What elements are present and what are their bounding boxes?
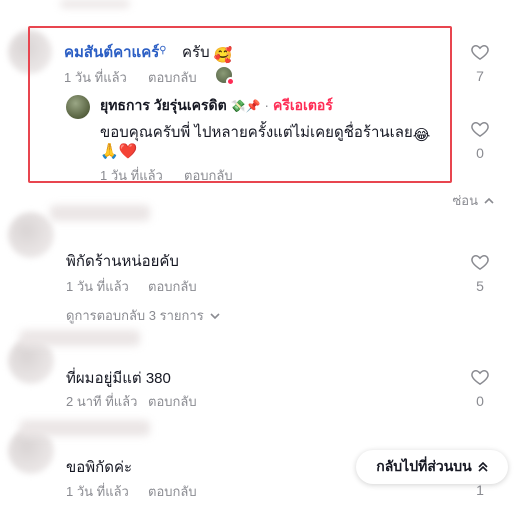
blurred-username (60, 0, 130, 8)
reply-time: 1 วัน ที่แล้ว (100, 168, 163, 183)
reply-button[interactable]: ตอบกลับ (148, 67, 197, 88)
emoji-pray-heart: 🙏❤️ (100, 143, 138, 160)
comment-text: ที่ผมอยู่มีแต่ 380 (66, 370, 171, 387)
reply-button[interactable]: ตอบกลับ (148, 276, 197, 297)
reply-like-button[interactable]: 0 (465, 119, 495, 161)
heart-badge-icon (226, 77, 235, 86)
like-count: 1 (476, 482, 484, 498)
view-replies-button[interactable]: ดูการตอบกลับ 3 รายการ (66, 305, 220, 326)
reply-text-line2: 🙏❤️ (100, 140, 137, 160)
reply-author-name[interactable]: ยุทธการ วัยรุ่นเครดิต (100, 97, 227, 113)
hide-replies-button[interactable]: ซ่อน (452, 190, 494, 211)
blurred-username (50, 205, 150, 221)
comment-author[interactable]: คมสันต์คาแคร์⚲ (64, 40, 167, 64)
blurred-username (20, 420, 150, 436)
double-chevron-up-icon (478, 461, 488, 472)
comment-time: 1 วัน ที่แล้ว (66, 279, 129, 294)
creator-liked-avatar (216, 67, 235, 86)
heart-icon (471, 369, 489, 385)
comment-time: 2 นาที ที่แล้ว (66, 394, 138, 409)
chevron-up-icon (484, 197, 494, 204)
reply-avatar[interactable] (66, 95, 90, 119)
commenter-avatar[interactable] (8, 212, 54, 258)
commenter-avatar[interactable] (8, 30, 52, 74)
comment-time: 1 วัน ที่แล้ว (66, 484, 129, 499)
emoji-laughing: 😂 (412, 127, 431, 144)
comment-author-name[interactable]: คมสันต์คาแคร์ (64, 44, 159, 61)
creator-tag: ครีเอเตอร์ (272, 97, 333, 113)
heart-icon (471, 121, 489, 137)
chevron-down-icon (210, 312, 220, 319)
like-count: 0 (476, 393, 484, 409)
like-button[interactable]: 0 (465, 367, 495, 409)
blurred-username (20, 330, 140, 346)
reply-text-line1: ขอบคุณครับพี่ ไปหลายครั้งแต่ไม่เคยดูชื่อ… (100, 124, 431, 144)
comment-text: ขอพิกัดค่ะ (66, 459, 133, 476)
reply-header: ยุทธการ วัยรุ่นเครดิต 💸📌 · ครีเอเตอร์ (100, 97, 333, 113)
heart-icon (471, 254, 489, 270)
reply-like-count: 0 (476, 145, 484, 161)
comment-text: พิกัดร้านหน่อยคับ (66, 253, 179, 270)
comment-time: 1 วัน ที่แล้ว (64, 70, 127, 85)
heart-icon (471, 44, 489, 60)
view-replies-label: ดูการตอบกลับ 3 รายการ (66, 308, 204, 323)
like-button[interactable]: 5 (465, 252, 495, 294)
like-button[interactable]: 7 (465, 42, 495, 84)
search-icon: ⚲ (159, 45, 167, 56)
back-to-top-button[interactable]: กลับไปที่ส่วนบน (356, 450, 508, 484)
emoji-smiling-hearts: 🥰 (213, 47, 233, 64)
reply-reply-button[interactable]: ตอบกลับ (184, 165, 233, 186)
badge-icons: 💸📌 (230, 99, 261, 113)
like-count: 5 (476, 278, 484, 294)
reply-button[interactable]: ตอบกลับ (148, 481, 197, 502)
like-count-column: 1 (465, 482, 495, 498)
comment-text: ครับ 🥰 (182, 44, 233, 64)
hide-replies-label: ซ่อน (452, 193, 478, 208)
like-count: 7 (476, 68, 484, 84)
reply-button[interactable]: ตอบกลับ (148, 391, 197, 412)
back-to-top-label: กลับไปที่ส่วนบน (376, 458, 472, 474)
